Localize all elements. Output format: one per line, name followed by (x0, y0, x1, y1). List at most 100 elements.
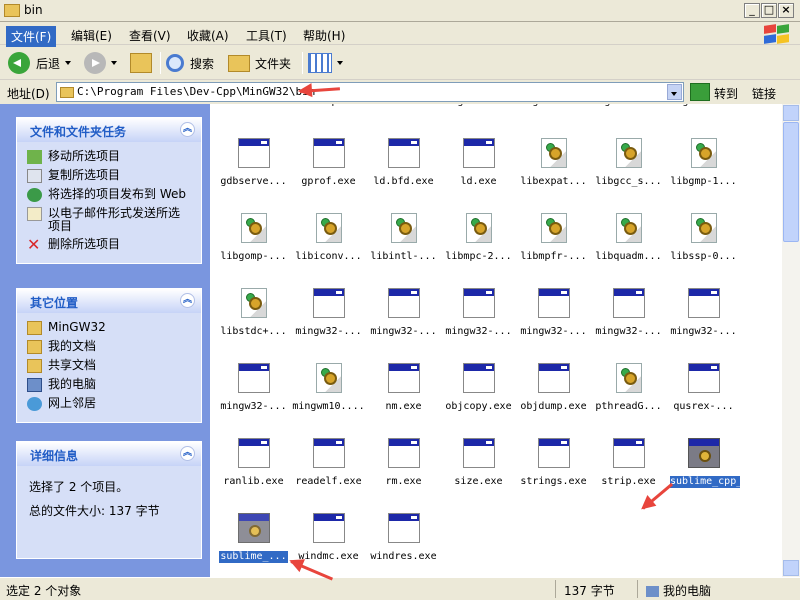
menu-help[interactable]: 帮助(H) (299, 26, 349, 45)
file-name: libexpat... (520, 176, 587, 187)
menu-file[interactable]: 文件(F) (6, 26, 57, 47)
file-item[interactable]: objdump.exe (516, 363, 591, 438)
menu-tools[interactable]: 工具(T) (242, 26, 291, 45)
file-item[interactable]: mingw32-... (441, 288, 516, 363)
file-item[interactable]: libgomp-... (216, 213, 291, 288)
exe-file-icon (387, 438, 420, 470)
file-item[interactable]: strip.exe (591, 438, 666, 513)
file-item[interactable]: objcopy.exe (441, 363, 516, 438)
file-item[interactable]: strings.exe (516, 438, 591, 513)
forward-button[interactable] (84, 52, 117, 74)
task-publish[interactable]: 将选择的项目发布到 Web (27, 188, 191, 202)
links-button[interactable]: 链接 (752, 85, 776, 102)
up-folder-button[interactable] (130, 52, 152, 74)
file-item[interactable]: libintl-... (366, 213, 441, 288)
file-item[interactable]: pthreadG... (591, 363, 666, 438)
close-button[interactable]: × (778, 3, 794, 18)
search-button[interactable]: 搜索 (166, 52, 214, 74)
file-item[interactable]: windres.exe (366, 513, 441, 577)
file-item[interactable]: libquadm... (591, 213, 666, 288)
search-label: 搜索 (190, 56, 215, 71)
file-item[interactable]: ld.bfd.exe (366, 138, 441, 213)
task-copy[interactable]: 复制所选项目 (27, 169, 191, 183)
minimize-button[interactable]: _ (744, 3, 760, 18)
dll-file-icon (238, 288, 270, 320)
file-item[interactable]: rm.exe (366, 438, 441, 513)
file-item[interactable]: mingwm10.... (291, 363, 366, 438)
back-button[interactable]: 后退 (8, 52, 72, 74)
batch-file-icon (687, 438, 720, 470)
collapse-icon[interactable]: ︽ (180, 293, 195, 308)
file-item[interactable]: mingw32-... (516, 288, 591, 363)
toolbar-separator (160, 52, 161, 74)
scroll-thumb[interactable] (783, 122, 799, 242)
back-label: 后退 (36, 56, 61, 71)
task-delete[interactable]: ✕ 删除所选项目 (27, 237, 191, 253)
search-icon (166, 54, 184, 72)
details-header[interactable]: 详细信息 ︽ (17, 442, 201, 466)
file-item[interactable]: size.exe (441, 438, 516, 513)
status-bar: 选定 2 个对象 137 字节 我的电脑 (0, 577, 800, 600)
place-mingw32[interactable]: MinGW32 (27, 321, 191, 335)
file-item[interactable]: gprof.exe (291, 138, 366, 213)
file-item[interactable]: mingw32-... (591, 288, 666, 363)
place-network[interactable]: 网上邻居 (27, 397, 191, 411)
file-list[interactable]: dlltool.exedllwrap.exeelfedit.exeg++.exe… (210, 104, 782, 577)
file-item[interactable]: libmpc-2... (441, 213, 516, 288)
maximize-button[interactable]: □ (761, 3, 777, 18)
address-dropdown-button[interactable] (667, 84, 682, 100)
file-item[interactable]: ranlib.exe (216, 438, 291, 513)
file-item[interactable]: sublime_... (216, 513, 291, 577)
place-my-computer[interactable]: 我的电脑 (27, 378, 191, 392)
file-item[interactable]: mingw32-... (291, 288, 366, 363)
task-move[interactable]: 移动所选项目 (27, 150, 191, 164)
exe-file-icon (462, 288, 495, 320)
file-item[interactable]: libstdc+... (216, 288, 291, 363)
file-item[interactable]: libmpfr-... (516, 213, 591, 288)
folders-label: 文件夹 (255, 56, 292, 71)
other-places-header[interactable]: 其它位置 ︽ (17, 289, 201, 313)
go-button[interactable]: 转到 (714, 85, 738, 102)
file-item[interactable]: libgcc_s... (591, 138, 666, 213)
file-item[interactable]: libgmp-1... (666, 138, 741, 213)
file-item[interactable]: mingw32-... (366, 288, 441, 363)
collapse-icon[interactable]: ︽ (180, 122, 195, 137)
menu-view[interactable]: 查看(V) (125, 26, 175, 45)
scroll-down-button[interactable] (783, 560, 799, 576)
batch-file-icon (237, 513, 270, 545)
collapse-icon[interactable]: ︽ (180, 446, 195, 461)
file-item[interactable]: sublime_cpp_cr2.bat (666, 438, 782, 513)
exe-file-icon (312, 288, 345, 320)
exe-file-icon (612, 288, 645, 320)
menu-favorites[interactable]: 收藏(A) (183, 26, 233, 45)
file-item[interactable]: readelf.exe (291, 438, 366, 513)
file-item[interactable]: libiconv... (291, 213, 366, 288)
exe-file-icon (387, 363, 420, 395)
file-tasks-panel: 文件和文件夹任务 ︽ 移动所选项目 复制所选项目 将选择的项目发布到 Web 以电… (16, 117, 202, 264)
task-email[interactable]: 以电子邮件形式发送所选项目 (27, 207, 191, 233)
views-button[interactable] (308, 52, 343, 74)
place-my-documents[interactable]: 我的文档 (27, 340, 191, 354)
address-input[interactable]: C:\Program Files\Dev-Cpp\MinGW32\bin (56, 82, 684, 102)
file-item[interactable]: libssp-0... (666, 213, 741, 288)
file-name: dllwrap.exe (291, 104, 366, 108)
exe-file-icon (537, 363, 570, 395)
go-arrow-icon[interactable] (690, 83, 710, 101)
folders-button[interactable]: 文件夹 (228, 52, 291, 74)
file-item[interactable]: mingw32-... (216, 363, 291, 438)
file-item[interactable]: qusrex-... (666, 363, 741, 438)
place-shared-documents[interactable]: 共享文档 (27, 359, 191, 373)
scroll-up-button[interactable] (783, 105, 799, 121)
file-item[interactable]: gdbserve... (216, 138, 291, 213)
file-tasks-header[interactable]: 文件和文件夹任务 ︽ (17, 118, 201, 142)
file-item[interactable]: mingw32-... (666, 288, 741, 363)
vertical-scrollbar[interactable] (782, 104, 800, 577)
file-name: gcc.exe (516, 104, 591, 108)
file-item[interactable]: nm.exe (366, 363, 441, 438)
menu-edit[interactable]: 编辑(E) (67, 26, 116, 45)
windows-logo-icon (760, 24, 790, 44)
file-item[interactable]: ld.exe (441, 138, 516, 213)
status-size: 137 字节 (560, 580, 638, 598)
address-path: C:\Program Files\Dev-Cpp\MinGW32\bin (77, 85, 316, 98)
file-item[interactable]: libexpat... (516, 138, 591, 213)
